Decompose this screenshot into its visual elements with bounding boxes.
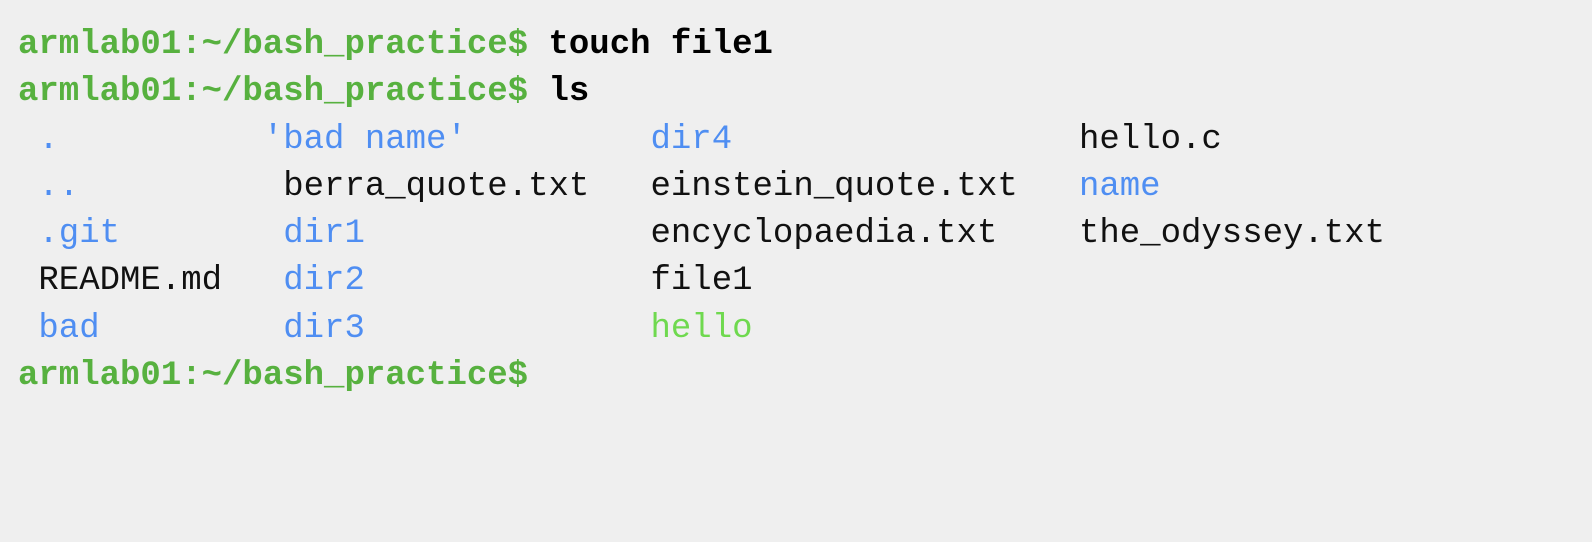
ls-entry-dir: dir1: [283, 215, 365, 254]
ls-entry-dir: 'bad name': [262, 120, 467, 159]
terminal[interactable]: armlab01:~/bash_practice$ touch file1 ar…: [18, 22, 1385, 400]
ls-entry-dir: dir2: [283, 262, 365, 301]
ls-entry-file: file1: [650, 262, 753, 301]
ls-entry-file: einstein_quote.txt: [650, 167, 1018, 206]
command-line[interactable]: armlab01:~/bash_practice$: [18, 353, 773, 400]
command-line: armlab01:~/bash_practice$ touch file1: [18, 22, 773, 69]
prompt: armlab01:~/bash_practice$: [18, 73, 529, 112]
ls-entry-file: README.md: [38, 262, 223, 301]
ls-entry-dir: dir4: [650, 120, 733, 159]
command: touch file1: [548, 26, 773, 64]
prompt: armlab01:~/bash_practice$: [18, 357, 529, 396]
ls-entry-dir: name: [1078, 167, 1161, 206]
ls-entry-dir: bad: [38, 309, 100, 348]
ls-row: bad dir3 hello: [18, 306, 773, 353]
ls-entry-dir: ..: [38, 167, 80, 206]
ls-row: .git dir1 encyclopaedia.txt the_odyssey.…: [18, 211, 1385, 258]
command-line: armlab01:~/bash_practice$ ls: [18, 69, 773, 116]
ls-row: .. berra_quote.txt einstein_quote.txt na…: [18, 164, 1160, 211]
ls-entry-dir: .git: [38, 215, 121, 254]
ls-row: . 'bad name' dir4 hello.c: [18, 117, 1221, 164]
ls-entry-dir: .: [38, 120, 59, 159]
ls-entry-dir: dir3: [283, 309, 365, 348]
ls-entry-file: the_odyssey.txt: [1078, 215, 1386, 254]
ls-entry-file: hello.c: [1078, 120, 1222, 159]
ls-entry-file: berra_quote.txt: [283, 167, 590, 206]
command: ls: [548, 73, 590, 112]
prompt: armlab01:~/bash_practice$: [18, 26, 529, 64]
ls-row: README.md dir2 file1: [18, 258, 773, 305]
ls-entry-executable: hello: [650, 309, 753, 348]
ls-entry-file: encyclopaedia.txt: [650, 215, 998, 254]
